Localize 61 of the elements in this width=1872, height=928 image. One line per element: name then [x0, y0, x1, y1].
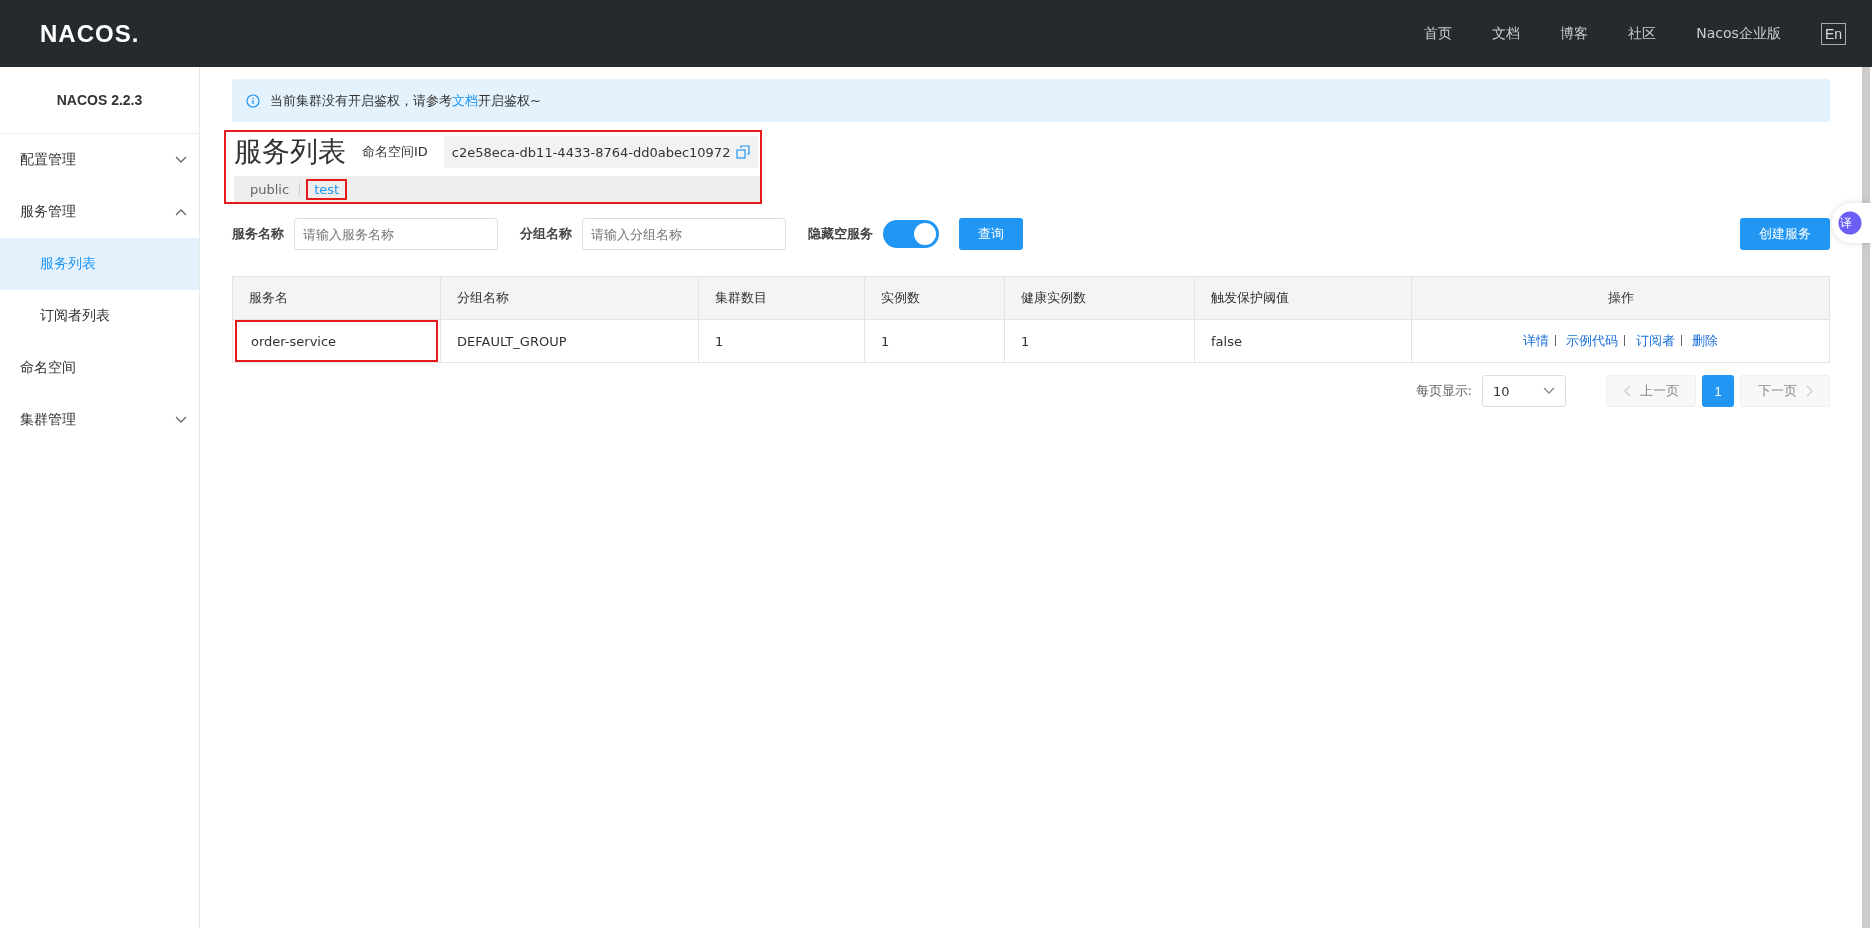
action-link[interactable]: 示例代码 — [1566, 333, 1619, 348]
nav-link[interactable]: 文档 — [1492, 24, 1521, 43]
version-label: NACOS 2.2.3 — [0, 67, 199, 134]
sidebar-item[interactable]: 配置管理 — [0, 134, 199, 186]
chevron-left-icon — [1623, 385, 1632, 397]
field-label: 服务名称 — [232, 225, 284, 243]
page-size-select[interactable]: 10 — [1482, 375, 1566, 407]
action-link[interactable]: 删除 — [1691, 333, 1718, 348]
copy-icon[interactable] — [736, 145, 751, 159]
sidebar-item[interactable]: 命名空间 — [0, 342, 199, 394]
namespace-label: 命名空间ID — [362, 143, 428, 161]
toggle-switch[interactable] — [883, 220, 939, 248]
chevron-icon — [175, 156, 187, 164]
table-cell: DEFAULT_GROUP — [440, 319, 699, 363]
page-size-label: 每页显示: — [1415, 382, 1472, 400]
column-header: 健康实例数 — [1004, 276, 1195, 320]
column-header: 触发保护阈值 — [1194, 276, 1412, 320]
table-cell: 1 — [864, 319, 1005, 363]
alert-text: 当前集群没有开启鉴权，请参考文档开启鉴权~ — [270, 91, 541, 110]
chevron-icon — [1543, 387, 1555, 395]
docs-link[interactable]: 文档 — [452, 92, 478, 108]
column-header: 实例数 — [864, 276, 1005, 320]
sidebar-item[interactable]: 订阅者列表 — [0, 290, 199, 342]
page-title: 服务列表 — [234, 134, 346, 170]
chevron-icon — [175, 416, 187, 424]
scrollbar[interactable] — [1862, 67, 1870, 928]
create-service-button[interactable]: 创建服务 — [1740, 218, 1830, 250]
page-button[interactable]: 1 — [1702, 375, 1734, 407]
nav-link[interactable]: 社区 — [1628, 24, 1657, 43]
column-header: 服务名 — [232, 276, 441, 320]
info-icon — [246, 93, 260, 108]
translate-button[interactable]: 译 — [1832, 203, 1872, 243]
namespace-tab[interactable]: test — [306, 178, 348, 200]
table-cell: false — [1194, 319, 1412, 363]
column-header: 集群数目 — [698, 276, 865, 320]
sidebar-item[interactable]: 服务管理 — [0, 186, 199, 238]
field-label: 分组名称 — [520, 225, 572, 243]
namespace-tab[interactable]: public — [250, 181, 290, 197]
sidebar-item[interactable]: 集群管理 — [0, 394, 199, 446]
query-button[interactable]: 查询 — [959, 218, 1023, 250]
table-cell: 1 — [698, 319, 865, 363]
table-cell: order-service — [232, 319, 441, 363]
nav-link[interactable]: Nacos企业版 — [1696, 24, 1781, 43]
nav-link[interactable]: 首页 — [1424, 24, 1453, 43]
next-page-button[interactable]: 下一页 — [1740, 375, 1830, 407]
chevron-right-icon — [1804, 385, 1813, 397]
language-button[interactable]: En — [1820, 22, 1846, 45]
group-name-field[interactable]: 请输入分组名称 — [582, 218, 786, 250]
chevron-icon — [175, 208, 187, 216]
service-name-field[interactable]: 请输入服务名称 — [294, 218, 498, 250]
logo[interactable]: NACOS. — [40, 19, 140, 48]
column-header: 操作 — [1411, 276, 1830, 320]
previous-page-button[interactable]: 上一页 — [1606, 375, 1696, 407]
table-cell: 1 — [1004, 319, 1195, 363]
sidebar-item[interactable]: 服务列表 — [0, 238, 199, 290]
column-header: 分组名称 — [440, 276, 699, 320]
nav-link[interactable]: 博客 — [1560, 24, 1589, 43]
action-link[interactable]: 订阅者 — [1635, 333, 1675, 348]
action-link[interactable]: 详情 — [1523, 333, 1550, 348]
namespace-id-field: c2e58eca-db11-4433-8764-dd0abec10972 — [443, 136, 759, 168]
field-label: 隐藏空服务 — [808, 225, 873, 243]
